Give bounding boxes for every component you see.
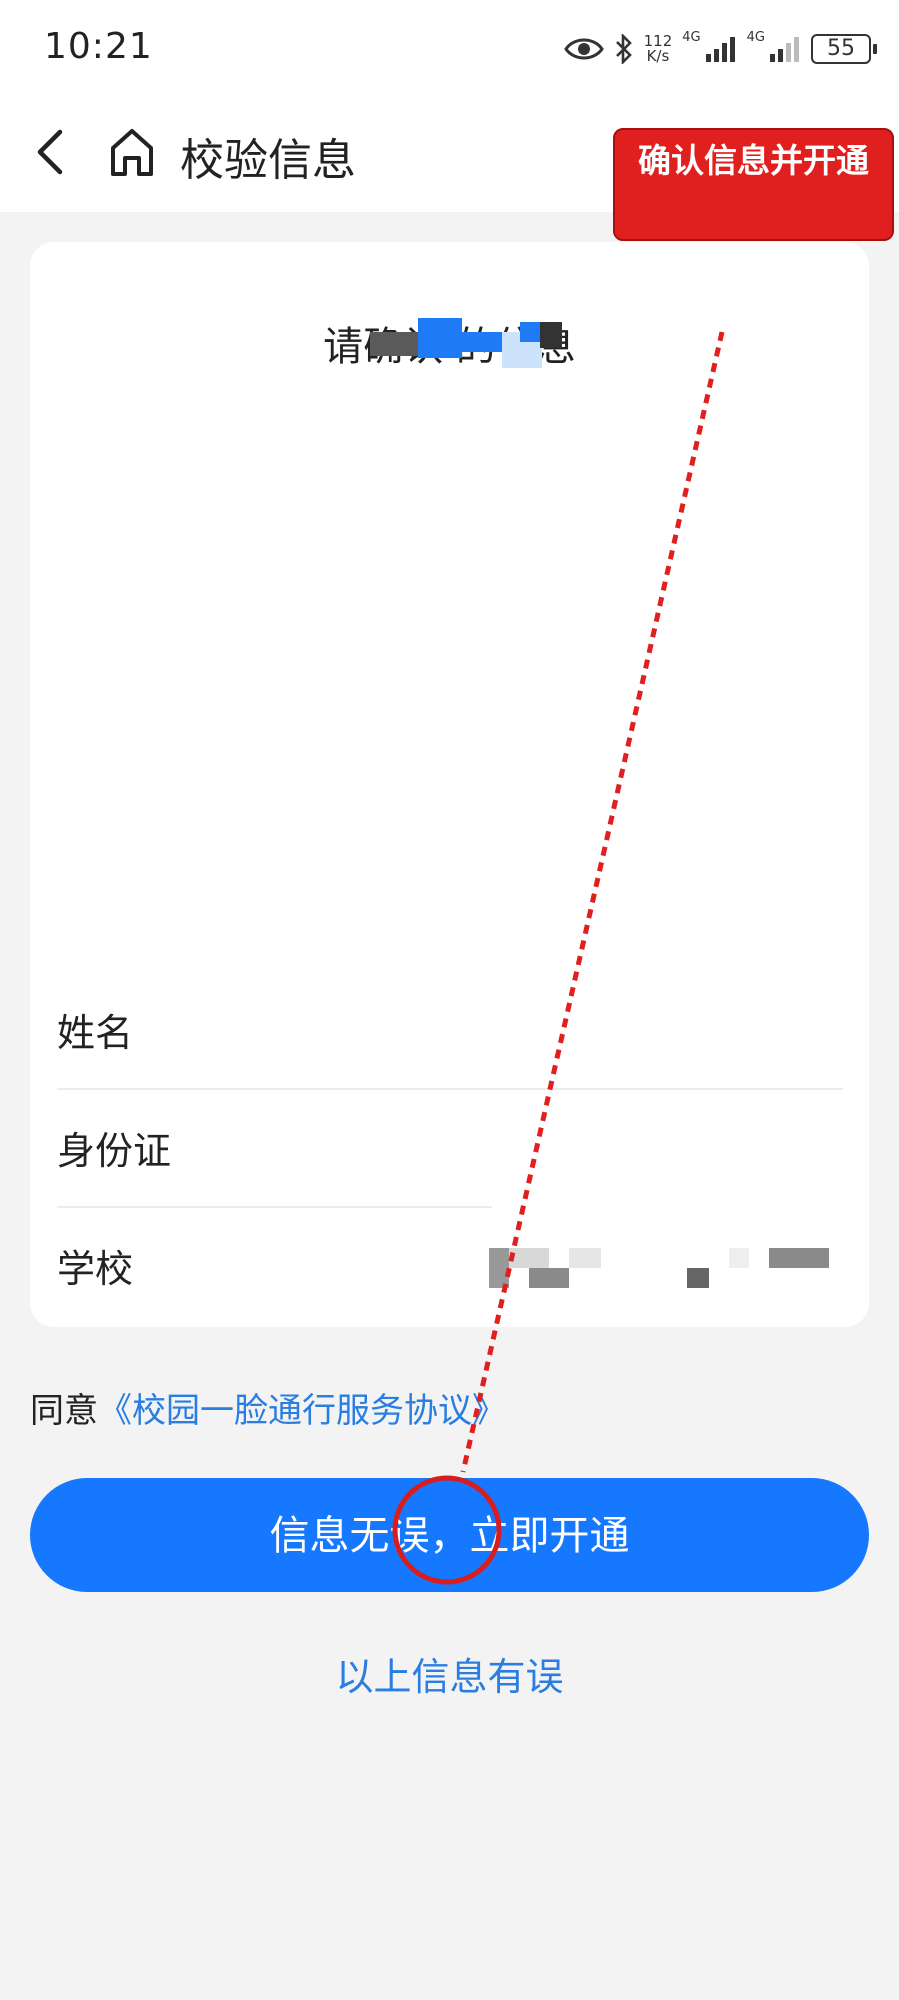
home-icon[interactable] [106,124,158,180]
network-type-1: 4G [682,29,701,45]
redaction-block [489,1248,829,1290]
row-label-school: 学校 [57,1247,134,1291]
annotation-callout: 确认信息并开通 [613,128,894,241]
info-card: 请确认 的信息 姓名 身份证 学校 [30,242,869,1327]
info-row-name: 姓名 [57,972,843,1090]
network-type-2: 4G [746,29,765,45]
speed-unit: K/s [646,47,670,65]
status-bar: 10:21 112 K/s 4G 4G 55 [0,0,899,100]
info-error-link[interactable]: 以上信息有误 [0,1646,899,1701]
status-time: 10:21 [44,26,153,67]
page-title: 校验信息 [180,135,356,186]
signal-icon [705,37,735,62]
agreement-link[interactable]: 《校园一脸通行服务协议》 [98,1391,506,1431]
redaction-block [370,310,562,368]
battery-icon: 55 [811,34,877,64]
info-row-id: 身份证 [57,1090,843,1208]
agreement-prefix: 同意 [30,1391,98,1431]
agreement-text: 同意《校园一脸通行服务协议》 [30,1383,506,1432]
row-label-name: 姓名 [57,1011,134,1055]
signal-icon-2 [770,37,799,62]
chevron-left-icon[interactable] [26,122,76,182]
row-label-id: 身份证 [57,1129,172,1173]
status-icons: 112 K/s 4G 4G 55 [563,24,877,74]
network-speed: 112 K/s [644,34,673,64]
bluetooth-icon [615,34,632,64]
confirm-activate-button[interactable]: 信息无误，立即开通 [30,1478,869,1592]
eye-icon [563,38,604,60]
info-row-school: 学校 [57,1208,843,1326]
